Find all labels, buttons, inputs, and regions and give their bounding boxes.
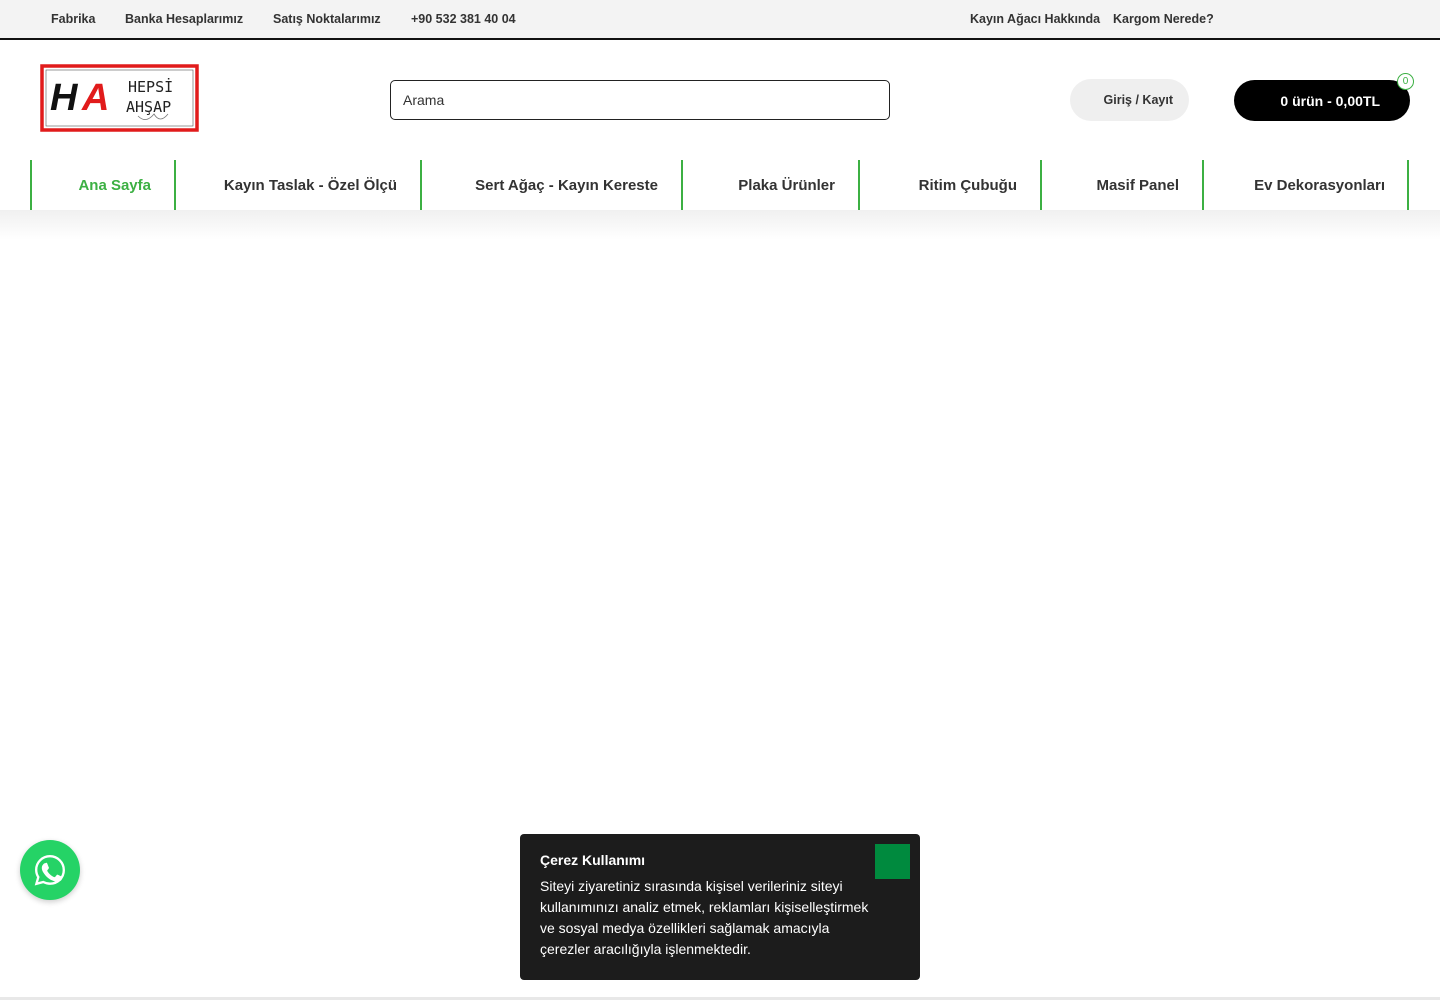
nav-divider [1407,160,1409,210]
cart-summary: 0 ürün - 0,00TL [1280,92,1380,109]
nav-item-ritim-cubugu[interactable]: Ritim Çubuğu [858,160,1041,210]
nav-item-sert-agac[interactable]: Sert Ağaç - Kayın Kereste [420,160,682,210]
topbar-phone-link[interactable]: +90 532 381 40 04 [411,12,516,26]
nav-item-ev-dekorasyonlari[interactable]: Ev Dekorasyonları [1202,160,1407,210]
nav-item-plaka-urunler[interactable]: Plaka Ürünler [681,160,859,210]
svg-text:H: H [50,77,79,119]
topbar-link-fabrika[interactable]: Fabrika [51,12,95,26]
top-bar: Fabrika Banka Hesaplarımız Satış Noktala… [0,0,1440,40]
site-header: H A HEPSİ AHŞAP Giriş / Kayıt 0 ürün - 0… [0,40,1440,210]
topbar-link-banka-hesaplari[interactable]: Banka Hesaplarımız [125,12,243,26]
svg-text:A: A [81,77,109,119]
header-shadow [0,210,1440,240]
nav-item-masif-panel[interactable]: Masif Panel [1040,160,1203,210]
cookie-text: Siteyi ziyaretiniz sırasında kişisel ver… [540,878,869,957]
login-register-button[interactable]: Giriş / Kayıt [1070,79,1189,121]
topbar-link-satis-noktalari[interactable]: Satış Noktalarımız [273,12,381,26]
topbar-link-kayin-agaci[interactable]: Kayın Ağacı Hakkında [970,12,1100,26]
login-register-label: Giriş / Kayıt [1103,93,1173,107]
cart-button[interactable]: 0 ürün - 0,00TL [1234,80,1410,121]
site-logo[interactable]: H A HEPSİ AHŞAP [40,64,202,136]
svg-text:HEPSİ: HEPSİ [128,77,173,96]
whatsapp-icon [34,855,65,886]
search-input[interactable] [390,80,890,120]
svg-text:AHŞAP: AHŞAP [126,98,171,116]
cookie-accept-button[interactable] [875,844,910,879]
topbar-link-kargom-nerede[interactable]: Kargom Nerede? [1113,12,1214,26]
nav-item-ana-sayfa[interactable]: Ana Sayfa [30,160,175,210]
cookie-title: Çerez Kullanımı [540,852,646,868]
cookie-notice: Çerez Kullanımı Siteyi ziyaretiniz sıras… [520,834,920,980]
nav-item-kayin-taslak[interactable]: Kayın Taslak - Özel Ölçü [174,160,421,210]
cart-count-badge: 0 [1397,73,1414,90]
whatsapp-button[interactable] [20,840,80,900]
